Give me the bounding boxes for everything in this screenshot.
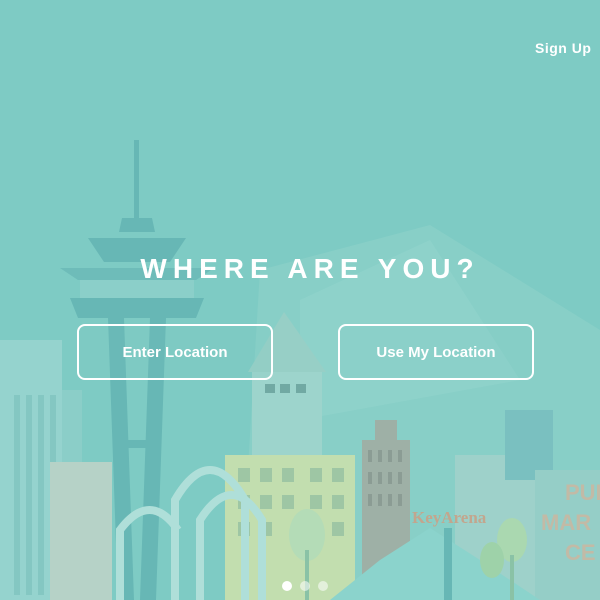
carousel-pagination — [282, 581, 328, 591]
carousel-dot[interactable] — [300, 581, 310, 591]
city-skyline-illustration: KeyArena PUI MAR CE — [0, 0, 600, 600]
carousel-dot[interactable] — [282, 581, 292, 591]
use-my-location-button[interactable]: Use My Location — [338, 324, 534, 380]
page-title: WHERE ARE YOU? — [140, 253, 480, 284]
enter-location-button[interactable]: Enter Location — [77, 324, 273, 380]
background-overlay — [0, 0, 600, 600]
carousel-dot[interactable] — [318, 581, 328, 591]
sign-up-link[interactable]: Sign Up — [535, 40, 591, 56]
use-my-location-label: Use My Location — [376, 343, 496, 361]
enter-location-label: Enter Location — [122, 343, 228, 361]
